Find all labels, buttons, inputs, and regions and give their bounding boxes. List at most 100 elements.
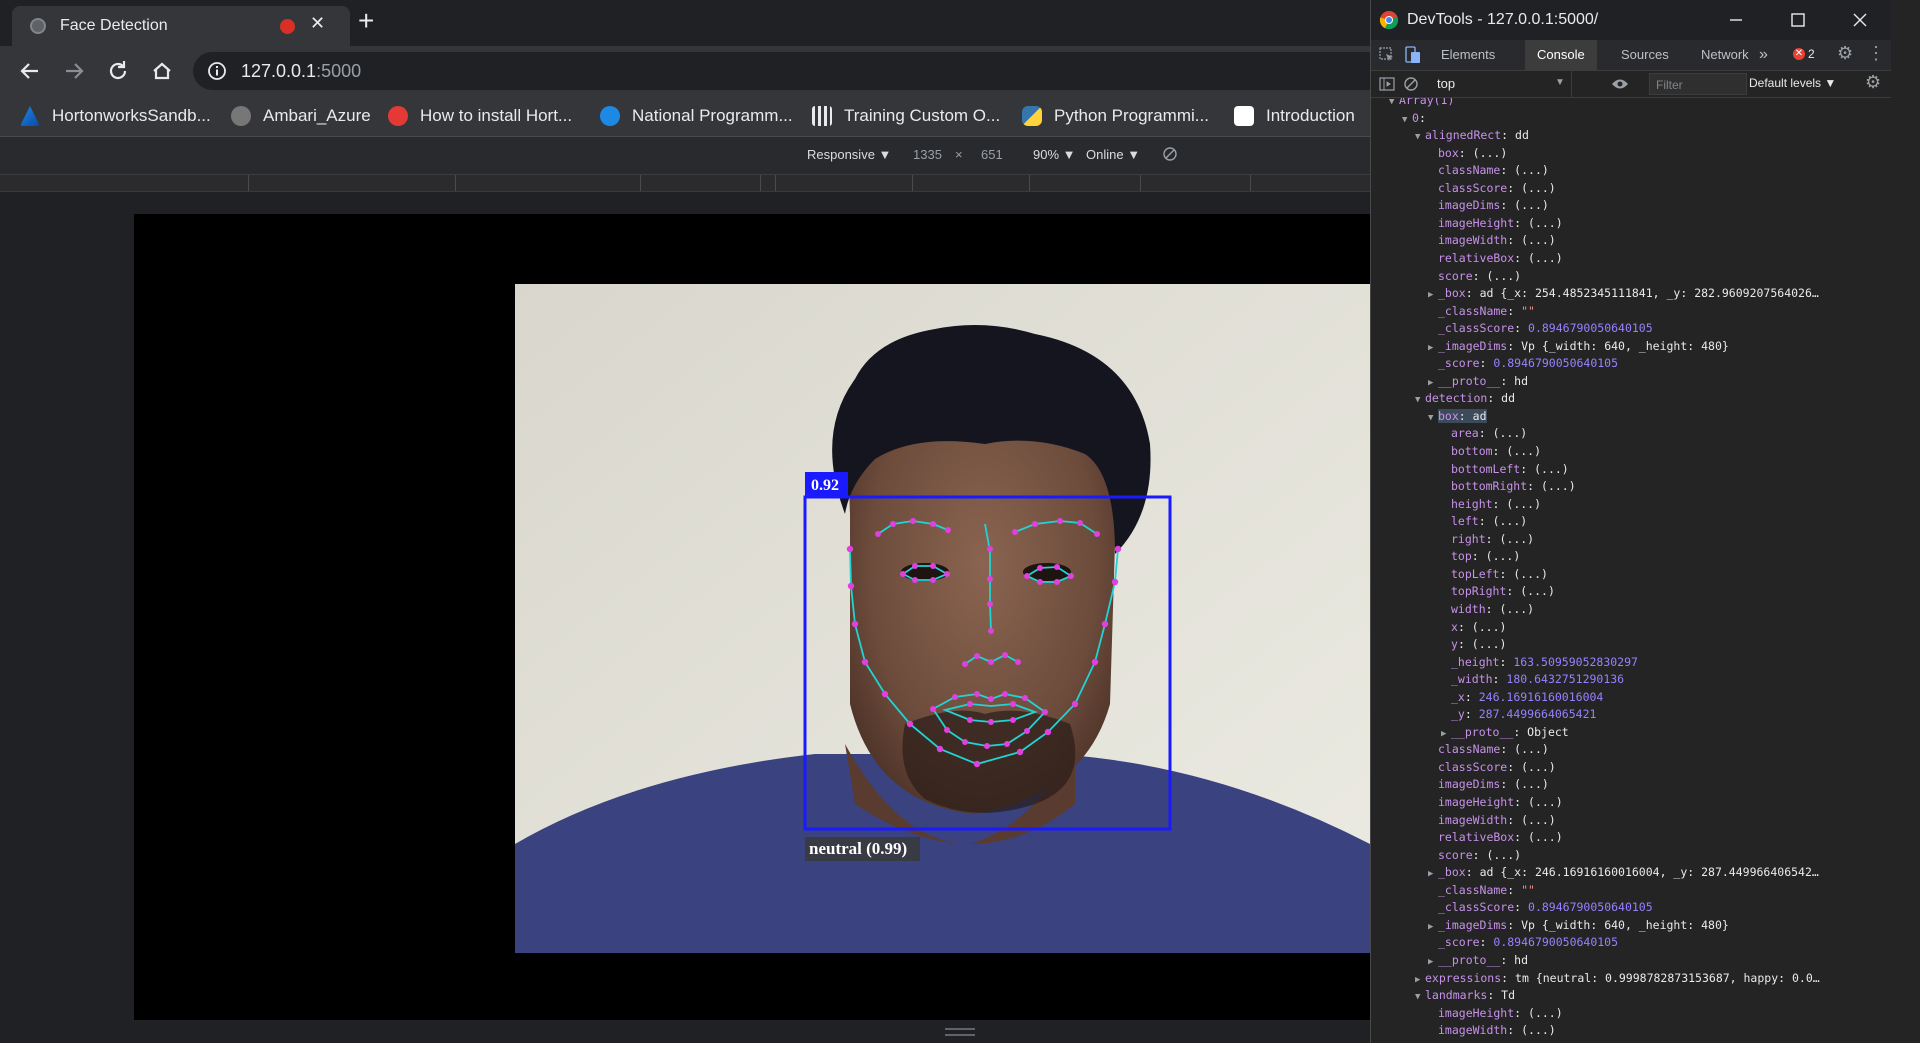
property-value[interactable]: (...) [1521,813,1556,827]
network-dropdown[interactable]: Online ▼ [1086,147,1140,162]
expand-triangle-icon[interactable]: ▼ [1415,989,1425,1007]
property-value[interactable]: (...) [1521,181,1556,195]
forward-arrow-icon[interactable] [58,56,90,86]
zoom-dropdown[interactable]: 90% ▼ [1033,147,1076,162]
back-arrow-icon[interactable] [14,56,46,86]
property-value[interactable]: (...) [1521,760,1556,774]
home-icon[interactable] [146,56,178,86]
property-value[interactable]: (...) [1528,216,1563,230]
bookmark-ambari[interactable]: Ambari_Azure [231,96,371,136]
property-value[interactable]: (...) [1486,269,1521,283]
bookmark-introduction[interactable]: Introduction [1234,96,1355,136]
console-line[interactable]: ▶ expressions: tm {neutral: 0.99987828731… [1415,970,1820,988]
close-window-icon[interactable] [1845,8,1875,32]
console-line[interactable]: ▶ __proto__: hd [1428,952,1528,970]
kebab-menu-icon[interactable]: ⋮ [1867,44,1885,62]
property-value[interactable]: (...) [1499,532,1534,546]
device-toggle-icon[interactable] [1405,46,1421,64]
sidebar-toggle-icon[interactable] [1379,77,1395,91]
console-line[interactable]: ▼ box: ad [1428,408,1487,426]
error-count[interactable]: 2 [1808,47,1815,61]
console-line[interactable]: ▶ _box: ad {_x: 246.16916160016004, _y: 2… [1428,864,1819,882]
bookmark-python[interactable]: Python Programmi... [1022,96,1209,136]
bookmark-training[interactable]: Training Custom O... [812,96,1000,136]
property-value[interactable]: (...) [1506,444,1541,458]
address-bar[interactable]: 127.0.0.1:5000 [193,52,1370,90]
expand-triangle-icon[interactable]: ▼ [1389,98,1399,112]
property-value[interactable]: (...) [1513,567,1548,581]
error-icon[interactable]: ✕ [1793,48,1805,60]
eye-icon[interactable] [1611,77,1629,91]
property-value[interactable]: (...) [1486,848,1521,862]
minimize-icon[interactable] [1721,8,1751,32]
console-settings-icon[interactable]: ⚙ [1865,72,1881,93]
console-line[interactable]: ▼ 0: [1402,110,1426,128]
property-value[interactable]: (...) [1520,584,1555,598]
property-value[interactable]: (...) [1514,777,1549,791]
console-line[interactable]: ▶ __proto__: hd [1428,373,1528,391]
console-line[interactable]: ▼ alignedRect: dd [1415,127,1529,145]
bookmark-install[interactable]: How to install Hort... [388,96,572,136]
more-tabs-button[interactable]: » [1747,40,1780,70]
log-levels-dropdown[interactable]: Default levels ▼ [1749,76,1836,90]
new-tab-button[interactable]: + [358,6,374,36]
property-value[interactable]: (...) [1499,602,1534,616]
clear-console-icon[interactable] [1403,76,1419,92]
viewport-width[interactable]: 1335 [913,147,942,162]
console-line[interactable]: ▼ landmarks: Td [1415,987,1515,1005]
tab-face-detection[interactable]: Face Detection ✕ [12,6,350,46]
reload-icon[interactable] [102,56,134,86]
property-value[interactable]: (...) [1541,479,1576,493]
property-value[interactable]: (...) [1493,514,1528,528]
console-line[interactable]: ▶ _box: ad {_x: 254.4852345111841, _y: 28… [1428,285,1819,303]
console-filter-input[interactable]: Filter [1649,73,1747,95]
property-value[interactable]: (...) [1493,426,1528,440]
close-tab-icon[interactable]: ✕ [310,13,325,34]
bookmark-national[interactable]: National Programm... [600,96,793,136]
console-line[interactable]: ▼ Array(1) [1389,98,1454,110]
tab-sources[interactable]: Sources [1609,40,1681,70]
expand-triangle-icon[interactable]: ▼ [1428,410,1438,428]
property-value[interactable]: (...) [1506,497,1541,511]
property-value[interactable]: (...) [1534,462,1569,476]
triangle-logo-icon [20,106,40,126]
property-value[interactable]: (...) [1486,549,1521,563]
property-value[interactable]: (...) [1514,163,1549,177]
property-value[interactable]: (...) [1473,146,1508,160]
info-icon[interactable] [207,61,227,81]
resize-handle[interactable] [945,1028,975,1036]
console-line[interactable]: ▶ __proto__: Object [1441,724,1569,742]
property-value[interactable]: (...) [1472,637,1507,651]
property-value[interactable]: (...) [1472,620,1507,634]
property-colon: : [1478,426,1493,441]
property-colon: : [1478,514,1493,529]
context-selector[interactable]: top ▼ [1431,71,1572,97]
property-key: _score [1438,356,1480,371]
tab-elements[interactable]: Elements [1429,40,1507,70]
expand-triangle-icon[interactable]: ▼ [1415,392,1425,410]
expand-triangle-icon[interactable]: ▼ [1402,112,1412,130]
property-key: _className [1438,303,1508,318]
bookmark-label: Introduction [1266,106,1355,125]
property-value[interactable]: (...) [1528,830,1563,844]
settings-gear-icon[interactable]: ⚙ [1837,43,1853,64]
expand-triangle-icon[interactable]: ▼ [1415,129,1425,147]
property-value[interactable]: (...) [1521,1023,1556,1037]
console-line[interactable]: ▼ detection: dd [1415,390,1515,408]
property-value[interactable]: (...) [1528,1006,1563,1020]
property-value[interactable]: (...) [1514,198,1549,212]
console-line[interactable]: ▶ _imageDims: Vp {_width: 640, _height: 4… [1428,338,1729,356]
inspect-element-icon[interactable] [1379,47,1395,63]
maximize-icon[interactable] [1783,8,1813,32]
property-value[interactable]: (...) [1521,233,1556,247]
console-line[interactable]: ▶ _imageDims: Vp {_width: 640, _height: 4… [1428,917,1729,935]
viewport-height[interactable]: 651 [981,147,1003,162]
property-value[interactable]: (...) [1528,795,1563,809]
bookmark-hortonworks[interactable]: HortonworksSandb... [20,96,211,136]
responsive-dropdown[interactable]: Responsive ▼ [807,147,891,162]
rotate-icon[interactable] [1162,146,1178,162]
property-value[interactable]: (...) [1514,742,1549,756]
tab-console[interactable]: Console [1525,40,1597,70]
property-value[interactable]: (...) [1528,251,1563,265]
property-value: hd [1514,952,1529,967]
